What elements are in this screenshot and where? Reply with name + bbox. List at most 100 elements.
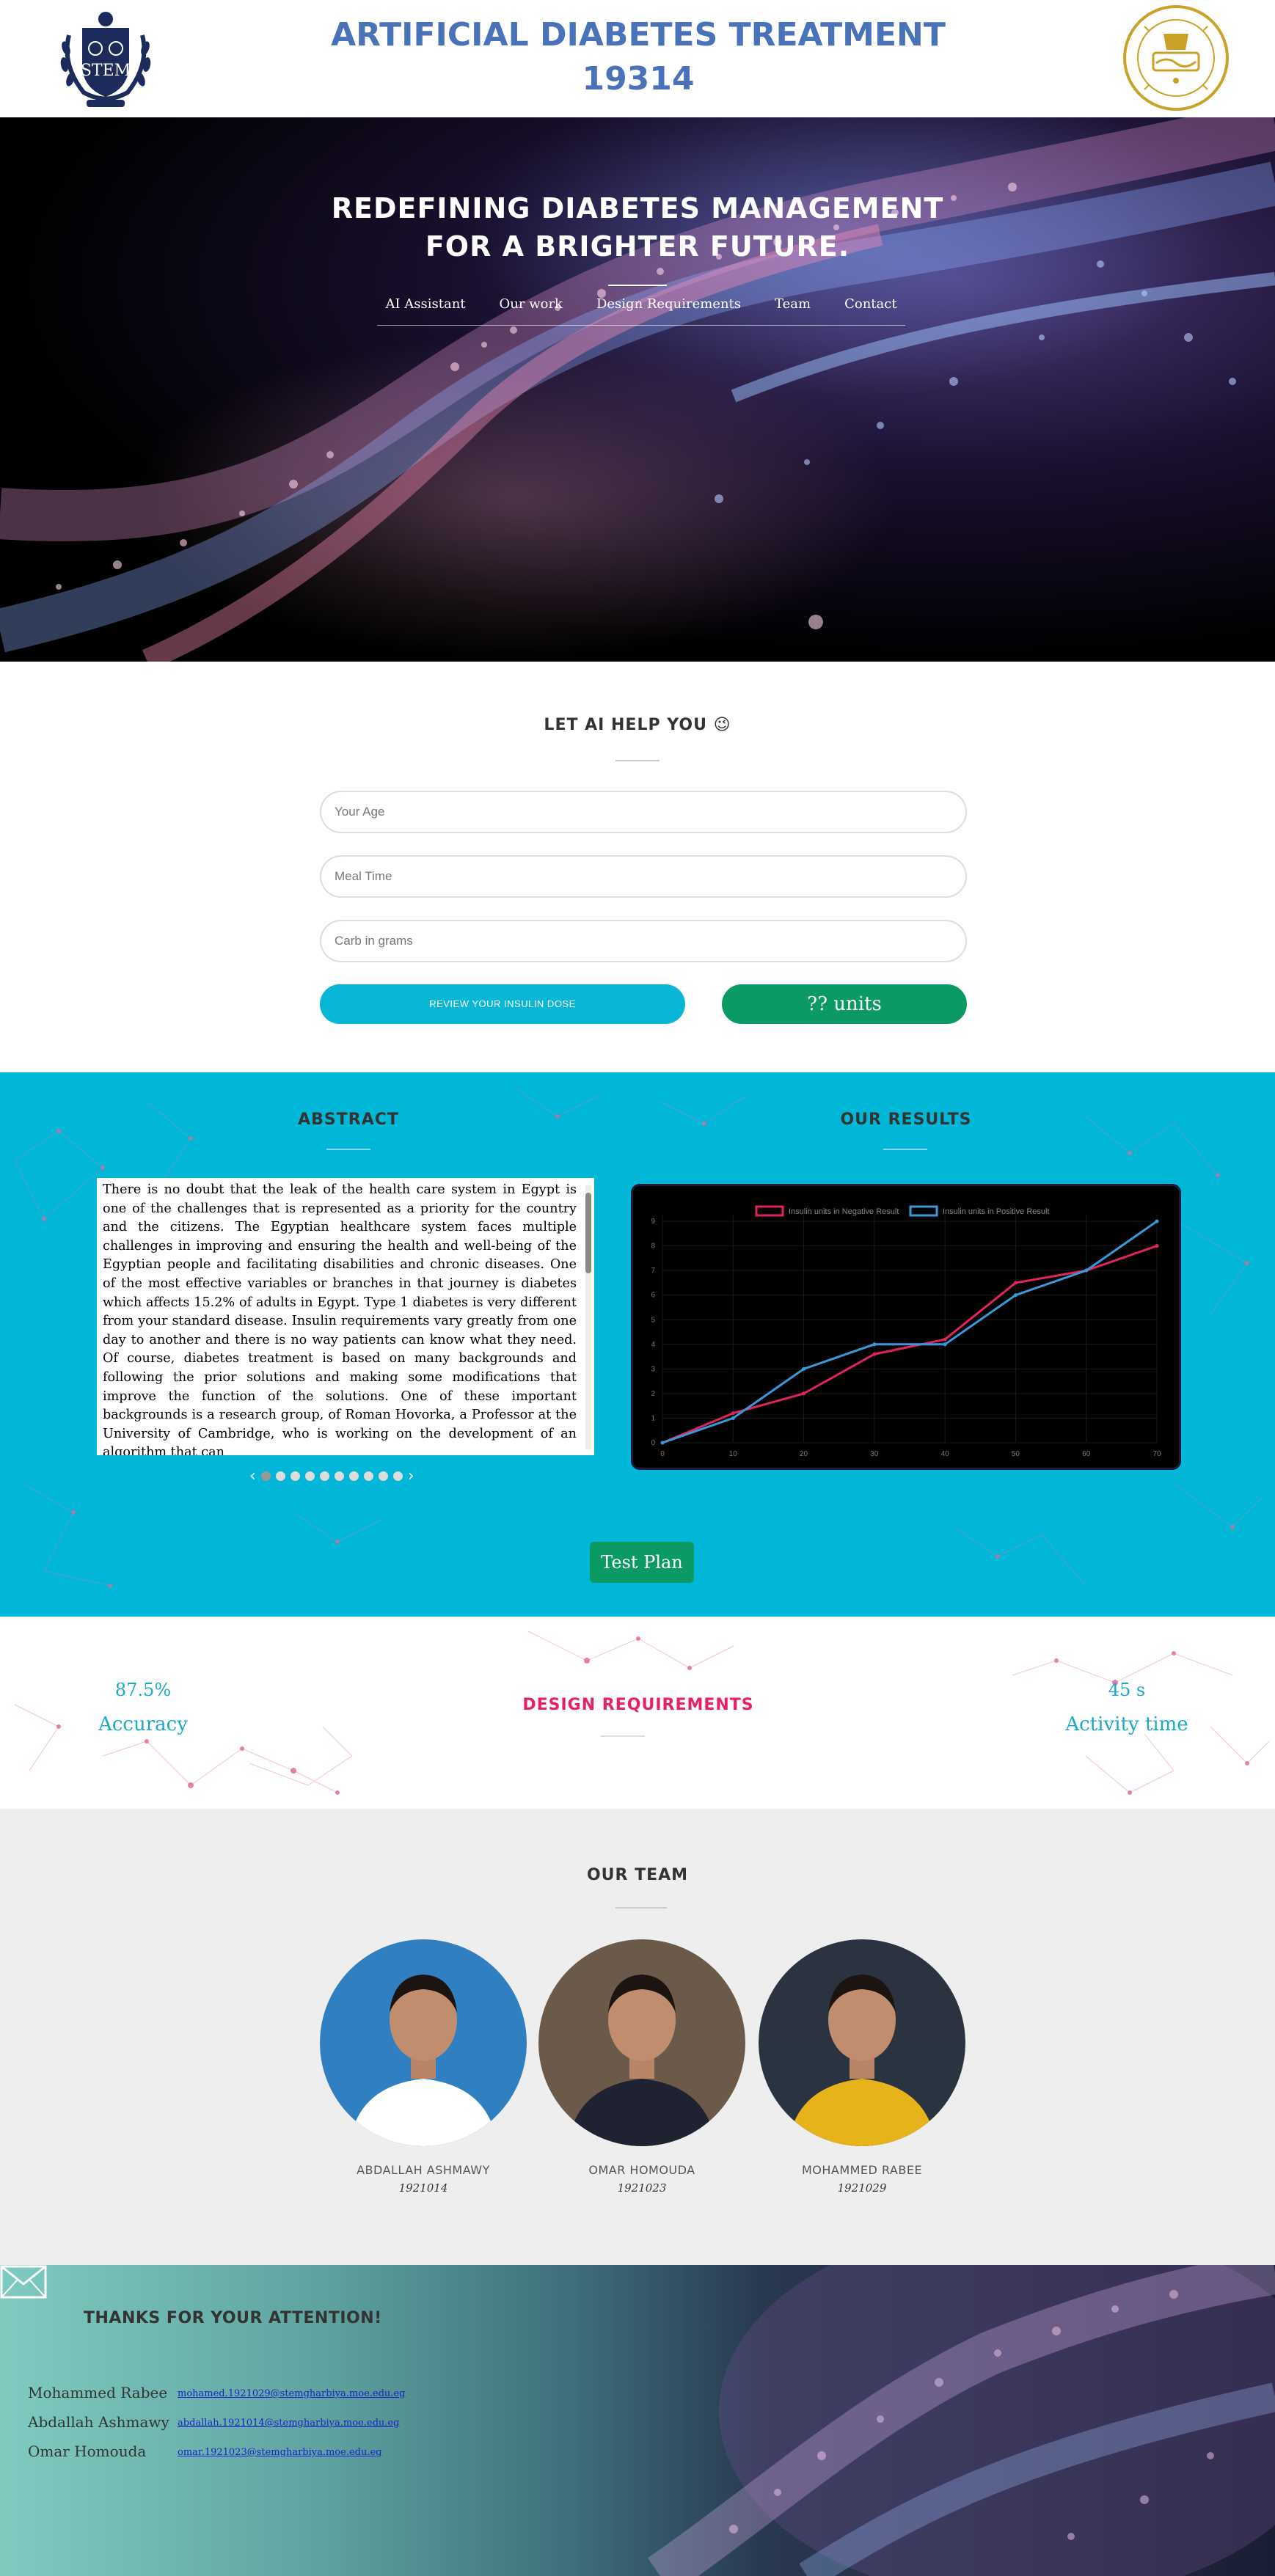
hero-divider	[608, 285, 667, 286]
hero-title-line-2: FOR A BRIGHTER FUTURE.	[425, 230, 850, 263]
member-name: MOHAMMED RABEE	[801, 2163, 923, 2177]
chart-x-tick-label: 40	[941, 1450, 950, 1458]
chart-data-point	[943, 1342, 947, 1347]
chart-y-tick-label: 9	[651, 1218, 655, 1226]
review-insulin-dose-button[interactable]: REVIEW YOUR INSULIN DOSE	[320, 984, 685, 1024]
design-requirements-section: 87.5% Accuracy DESIGN REQUIREMENTS 45 s …	[0, 1617, 1275, 1809]
carousel-next-icon[interactable]: ›	[408, 1467, 414, 1485]
test-plan-button[interactable]: Test Plan	[590, 1542, 694, 1583]
units-result-button[interactable]: ?? units	[722, 984, 967, 1024]
site-header: STEM ARTIFICIAL DIABETES TREATMENT 19314	[0, 0, 1275, 117]
chart-y-tick-label: 5	[651, 1316, 655, 1324]
thanks-heading: THANKS FOR YOUR ATTENTION!	[84, 2309, 382, 2327]
hero-title: REDEFINING DIABETES MANAGEMENT FOR A BRI…	[271, 189, 1004, 266]
contact-email-link[interactable]: abdallah.1921014@stemgharbiya.moe.edu.eg	[178, 2418, 399, 2429]
chart-data-point	[1155, 1219, 1159, 1223]
design-requirements-title: DESIGN REQUIREMENTS	[522, 1696, 754, 1714]
team-member-card: MOHAMMED RABEE 1921029	[759, 1939, 965, 2195]
footer: THANKS FOR YOUR ATTENTION! Mohammed Rabe…	[0, 2265, 1275, 2576]
chart-y-tick-label: 7	[651, 1267, 655, 1275]
member-id: 1921014	[398, 2181, 448, 2195]
member-name: ABDALLAH ASHMAWY	[357, 2163, 490, 2177]
chart-x-tick-label: 20	[800, 1450, 808, 1458]
carousel-dot[interactable]	[319, 1471, 329, 1481]
results-title: OUR RESULTS	[840, 1110, 972, 1129]
abstract-carousel: ‹ ›	[249, 1466, 447, 1486]
avatar	[759, 1939, 965, 2146]
nav-design-requirements[interactable]: Design Requirements	[596, 296, 741, 325]
site-title: ARTIFICIAL DIABETES TREATMENT 19314	[308, 13, 968, 101]
carousel-dot[interactable]	[378, 1471, 388, 1481]
carousel-prev-icon[interactable]: ‹	[249, 1467, 256, 1485]
age-input[interactable]	[320, 791, 967, 833]
contact-name: Omar Homouda	[28, 2443, 147, 2460]
chart-data-point	[802, 1366, 806, 1371]
member-id: 1921029	[837, 2181, 887, 2195]
chart-data-point	[1013, 1281, 1018, 1285]
chart-data-point	[660, 1441, 665, 1445]
contact-email-link[interactable]: omar.1921023@stemgharbiya.moe.edu.eg	[178, 2447, 382, 2458]
chart-x-tick-label: 50	[1012, 1450, 1020, 1458]
avatar	[538, 1939, 745, 2146]
nav-team[interactable]: Team	[775, 296, 811, 325]
chart-y-tick-label: 3	[651, 1365, 655, 1373]
main-nav: AI Assistant Our work Design Requirement…	[377, 296, 905, 326]
carousel-dot[interactable]	[334, 1471, 344, 1481]
abstract-title: ABSTRACT	[298, 1110, 399, 1129]
carousel-dots	[260, 1471, 403, 1481]
chart-x-tick-label: 0	[660, 1450, 665, 1458]
abstract-text-box[interactable]: There is no doubt that the leak of the h…	[97, 1178, 594, 1455]
results-chart-svg: 0 1 2 3 4 5 6 7 8 9 0 10 20 30 40 50 60 70 Insulin units i…	[651, 1205, 1161, 1458]
ai-divider	[615, 760, 660, 761]
contact-email-link[interactable]: mohamed.1921029@stemgharbiya.moe.edu.eg	[178, 2388, 405, 2399]
ai-section-title: LET AI HELP YOU 😉	[544, 716, 731, 734]
abstract-text: There is no doubt that the leak of the h…	[103, 1182, 577, 1455]
carousel-dot[interactable]	[304, 1471, 315, 1481]
avatar	[320, 1939, 527, 2146]
accuracy-value: 87.5%	[114, 1680, 172, 1700]
chart-y-tick-label: 0	[651, 1439, 655, 1447]
carousel-dot[interactable]	[260, 1471, 271, 1481]
svg-text:STEM: STEM	[81, 62, 131, 80]
activity-time-label: Activity time	[1065, 1713, 1188, 1735]
ai-assistant-section: LET AI HELP YOU 😉 REVIEW YOUR INSULIN DO…	[0, 662, 1275, 1072]
carousel-dot[interactable]	[392, 1471, 403, 1481]
chart-data-point	[1155, 1244, 1159, 1248]
team-member-card: OMAR HOMOUDA 1921023	[538, 1939, 745, 2195]
contact-name: Mohammed Rabee	[28, 2384, 168, 2401]
nav-contact[interactable]: Contact	[844, 296, 896, 325]
nav-our-work[interactable]: Our work	[500, 296, 563, 325]
carousel-dot[interactable]	[363, 1471, 373, 1481]
abstract-scroll-thumb[interactable]	[585, 1193, 591, 1273]
chart-series-line	[662, 1220, 1158, 1444]
school-crest-icon: STEM	[60, 12, 151, 107]
results-divider	[883, 1149, 927, 1150]
nav-ai-assistant[interactable]: AI Assistant	[385, 296, 465, 325]
chart-legend-label: Insulin units in Positive Result	[943, 1207, 1050, 1216]
carousel-dot[interactable]	[290, 1471, 300, 1481]
chart-data-point	[731, 1411, 735, 1416]
chart-legend-swatch	[755, 1205, 784, 1217]
chart-data-point	[872, 1342, 877, 1347]
abstract-results-section: ABSTRACT OUR RESULTS There is no doubt t…	[0, 1072, 1275, 1617]
results-chart: 0 1 2 3 4 5 6 7 8 9 0 10 20 30 40 50 60 70 Insulin units i…	[631, 1184, 1181, 1470]
chart-data-point	[802, 1391, 806, 1396]
abstract-divider	[326, 1149, 370, 1150]
carousel-dot[interactable]	[348, 1471, 359, 1481]
team-title: OUR TEAM	[586, 1866, 689, 1884]
meal-time-input[interactable]	[320, 855, 967, 898]
team-section: OUR TEAM ABDALLAH ASHMAWY 1921014 OMAR HOM…	[0, 1809, 1275, 2265]
hero-banner: REDEFINING DIABETES MANAGEMENT FOR A BRI…	[0, 117, 1275, 662]
carb-input[interactable]	[320, 920, 967, 962]
envelope-icon[interactable]	[0, 2265, 47, 2299]
abstract-scrollbar[interactable]	[585, 1185, 591, 1449]
member-name: OMAR HOMOUDA	[588, 2163, 695, 2177]
contact-name: Abdallah Ashmawy	[28, 2413, 169, 2431]
chart-x-tick-label: 60	[1082, 1450, 1091, 1458]
title-line-2: 19314	[582, 60, 695, 98]
chart-legend-swatch	[909, 1205, 938, 1217]
carousel-dot[interactable]	[275, 1471, 285, 1481]
chart-data-point	[1084, 1268, 1089, 1273]
chart-y-tick-label: 2	[651, 1390, 655, 1398]
hero-title-line-1: REDEFINING DIABETES MANAGEMENT	[331, 192, 944, 224]
